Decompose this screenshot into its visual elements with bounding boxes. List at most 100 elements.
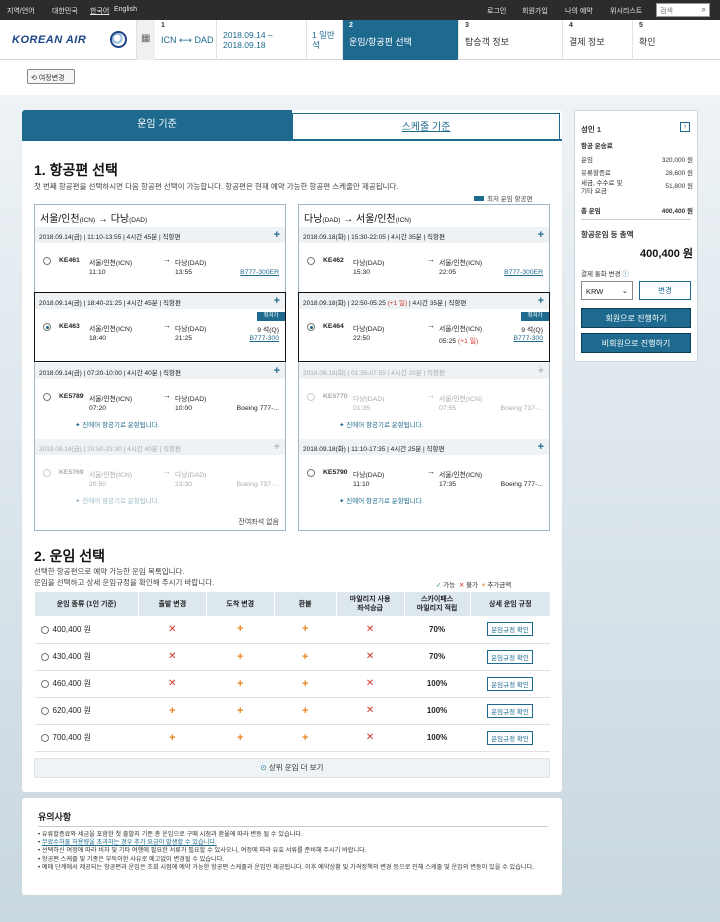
fare-rule-button[interactable]: 운임규정 확인	[487, 649, 533, 664]
fare-rule-button[interactable]: 운임규정 확인	[487, 622, 533, 637]
expand-plus-icon[interactable]: +	[538, 295, 544, 307]
flight-option-selected[interactable]: 2018.09.18(화) | 22:50-05:25 (+1 일) | 4시간…	[298, 292, 550, 362]
flight-radio[interactable]	[43, 257, 51, 265]
search-input[interactable]: 검색 ⌕	[656, 3, 710, 17]
flight-option-unavailable: 2018.09.14(금) | 20:50-23:30 | 4시간 40분 | …	[35, 439, 285, 529]
korean-air-logo[interactable]: KOREAN AIR	[12, 34, 86, 46]
flight-option[interactable]: 2018.09.18(화) | 11:10-17:35 | 4시간 25분 | …	[299, 439, 549, 513]
fare-radio[interactable]	[40, 706, 49, 715]
tab-underline	[22, 139, 562, 141]
fare-row[interactable]: 460,400 원 ✕ + + ✕ 100% 운임규정 확인	[34, 670, 550, 698]
fare-row[interactable]: 700,400 원 + + + ✕ 100% 운임규정 확인	[34, 724, 550, 752]
x-icon: ✕	[168, 651, 177, 662]
search-icon[interactable]: ⌕	[702, 5, 706, 15]
help-icon[interactable]: ⓘ	[622, 271, 629, 278]
cabin-class: 1 일반 석	[312, 30, 335, 50]
guest-checkout-button[interactable]: 비회원으로 진행하기	[581, 333, 691, 353]
flight-radio[interactable]	[307, 469, 315, 477]
operating-airline: ✦ 진에어 항공기로 운항됩니다.	[339, 422, 424, 429]
login-link[interactable]: 로그인	[487, 6, 506, 16]
fare-radio[interactable]	[40, 652, 49, 661]
calendar-icon: ▦	[137, 20, 155, 60]
arrow-right-icon: →	[427, 255, 435, 264]
edit-itinerary-button[interactable]: ⟲ 여정변경	[27, 69, 75, 84]
expand-plus-icon[interactable]: +	[538, 441, 544, 453]
plus-icon: +	[237, 650, 244, 663]
flight-option[interactable]: 2018.09.14(금) | 07:20-10:00 | 4시간 40분 | …	[35, 363, 285, 437]
tab-schedule-basis[interactable]: 스케줄 기준	[292, 113, 560, 140]
flight-radio[interactable]	[307, 323, 315, 331]
aircraft-link[interactable]: B777-300	[250, 335, 279, 342]
no-seats-text: 잔여좌석 없음	[238, 519, 279, 526]
step-4-payment[interactable]: 4 결제 정보	[562, 20, 632, 60]
step-2-fare-flight[interactable]: 2 운임/항공편 선택	[342, 20, 458, 60]
my-reservation-link[interactable]: 나의 예약	[565, 6, 593, 16]
aircraft-link[interactable]: B777-300ER	[240, 269, 279, 276]
aircraft-link[interactable]: B777-300ER	[504, 269, 543, 276]
x-icon: ✕	[365, 651, 375, 662]
utility-bar: 지역/언어 대한민국 한국어 English 로그인 회원가입 나의 예약 위시…	[0, 0, 720, 20]
expand-plus-icon[interactable]: +	[274, 295, 280, 307]
expand-detail-icon[interactable]: ›	[680, 122, 690, 132]
expand-plus-icon: +	[273, 441, 280, 453]
flight-radio[interactable]	[43, 323, 51, 331]
outbound-route-header: 서울/인천(ICN) → 다낭(DAD)	[40, 214, 148, 225]
flight-radio	[43, 469, 51, 477]
tab-fare-basis[interactable]: 운임 기준	[22, 110, 292, 140]
expand-plus-icon[interactable]: +	[274, 229, 280, 241]
aircraft-link[interactable]: B777-300	[514, 335, 543, 342]
step-1-route[interactable]: ▦ 1 ICN ⟷ DAD	[136, 20, 216, 60]
fare-radio[interactable]	[40, 679, 49, 688]
divider	[38, 826, 548, 827]
signup-link[interactable]: 회원가입	[522, 6, 548, 16]
country-link[interactable]: 대한민국	[52, 6, 78, 16]
plus-icon: +	[481, 582, 486, 589]
refresh-icon: ⟲	[31, 75, 39, 82]
currency-change-button[interactable]: 변경	[639, 281, 691, 300]
fare-row[interactable]: 400,400 원 ✕ + + ✕ 70% 운임규정 확인	[34, 616, 550, 644]
x-icon: ✕	[458, 582, 465, 589]
step-5-confirm[interactable]: 5 확인	[632, 20, 720, 60]
travel-dates: 2018.09.14 – 2018.09.18	[223, 30, 273, 50]
currency-select[interactable]: KRW ⌄	[581, 281, 633, 300]
baggage-link[interactable]: 무료수하물 허용량을 초과하는 경우 추가 요금이 발생할 수 있습니다.	[42, 839, 217, 846]
passenger-label: 성인 1	[581, 125, 602, 134]
fare-row[interactable]: 430,400 원 ✕ + + ✕ 70% 운임규정 확인	[34, 643, 550, 671]
flight-option[interactable]: 2018.09.18(화) | 15:30-22:05 | 4시간 35분 | …	[299, 227, 549, 293]
flight-option-selected[interactable]: 2018.09.14(금) | 18:40-21:25 | 4시간 45분 | …	[34, 292, 286, 362]
step-1-cabin[interactable]: 1 일반 석	[306, 20, 342, 60]
fare-radio[interactable]	[40, 733, 49, 742]
notice-item: • 선택하신 여정에 따라 비자 및 기타 여행에 필요한 서류가 필요할 수 …	[38, 847, 367, 855]
x-icon: ✕	[365, 705, 375, 716]
fare-rule-button[interactable]: 운임규정 확인	[487, 703, 533, 718]
flight-option[interactable]: 2018.09.14(금) | 11:10-13:55 | 4시간 45분 | …	[35, 227, 285, 293]
total-row: 총 운임 400,400 원	[581, 208, 693, 215]
fare-rule-button[interactable]: 운임규정 확인	[487, 676, 533, 691]
lang-ko-link[interactable]: 한국어	[90, 6, 109, 16]
chevron-down-icon: ⌄	[621, 286, 628, 295]
expand-plus-icon[interactable]: +	[274, 365, 280, 377]
fuel-row: 유류할증료 28,600 원	[581, 170, 693, 177]
fare-radio[interactable]	[40, 625, 49, 634]
wishlist-link[interactable]: 위시리스트	[610, 6, 642, 16]
flight-radio[interactable]	[307, 257, 315, 265]
more-fares-button[interactable]: ⊙ 상위 운임 더 보기	[34, 758, 550, 778]
region-language-link[interactable]: 지역/언어	[7, 6, 35, 16]
mileage-rate: 100%	[404, 724, 471, 752]
plus-icon: +	[237, 677, 244, 690]
plus-icon: +	[301, 731, 309, 744]
step-3-passenger[interactable]: 3 탑승객 정보	[458, 20, 562, 60]
inbound-flights: 다낭(DAD) → 서울/인천(ICN) 2018.09.18(화) | 15:…	[298, 204, 550, 531]
step-1-dates[interactable]: 2018.09.14 – 2018.09.18	[216, 20, 306, 60]
plus-icon: +	[301, 677, 309, 690]
swap-arrow-icon: ⟷	[179, 35, 192, 45]
flight-radio[interactable]	[43, 393, 51, 401]
fare-rule-button[interactable]: 운임규정 확인	[487, 730, 533, 745]
x-icon: ✕	[365, 678, 375, 689]
expand-plus-icon[interactable]: +	[538, 229, 544, 241]
x-icon: ✕	[365, 732, 375, 743]
member-checkout-button[interactable]: 회원으로 진행하기	[581, 308, 691, 328]
mileage-rate: 100%	[404, 670, 471, 698]
lang-en-link[interactable]: English	[114, 6, 137, 13]
fare-row[interactable]: 620,400 원 + + + ✕ 100% 운임규정 확인	[34, 697, 550, 725]
